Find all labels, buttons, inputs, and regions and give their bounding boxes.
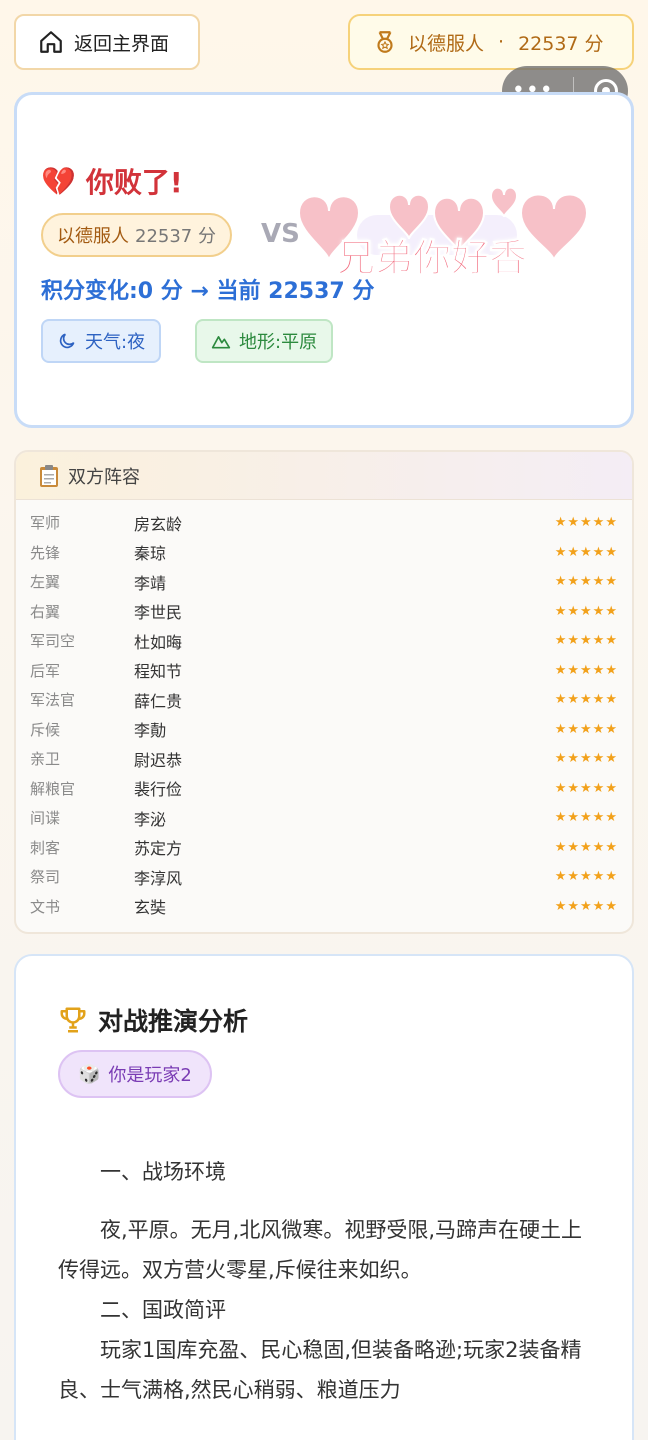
lineup-row: 军司空 杜如晦 ★★★★★ [16,626,632,655]
lineup-row: 后军 程知节 ★★★★★ [16,656,632,685]
star-rating: ★★★★★ [554,515,618,530]
lineup-role: 军师 [30,514,61,532]
lineup-general: 玄奘 [134,898,167,917]
lineup-role: 刺客 [30,838,61,857]
lineup-general: 房玄龄 [134,514,183,534]
lineup-card: 双方阵容 军师 房玄龄 ★★★★★ 先锋 秦琼 ★★★★★ 左翼 李靖 ★★★★★ 右翼 李世民 ★★… [14,450,634,934]
analysis-title-row: 对战推演分析 [58,1002,248,1038]
lineup-header: 双方阵容 [16,452,632,500]
moon-icon [59,333,75,349]
lineup-row: 间谍 李泌 ★★★★★ [16,803,632,832]
lineup-role: 解粮官 [30,779,76,798]
lineup-row: 亲卫 尉迟恭 ★★★★★ [16,744,632,773]
self-player-chip: 以德服人 22537 分 [41,213,232,257]
player-role-chip: 🎲 你是玩家2 [58,1050,212,1098]
weather-chip: 天气:夜 [41,319,162,363]
header-player-name: 以德服人 [408,32,485,55]
lineup-general: 程知节 [134,662,183,681]
lineup-row: 先锋 秦琼 ★★★★★ [16,538,632,567]
lineup-row: 右翼 李世民 ★★★★★ [16,597,632,626]
lineup-row: 左翼 李靖 ★★★★★ [16,567,632,596]
star-rating: ★★★★★ [554,692,618,707]
analysis-body: 一、战场环境 夜,平原。无月,北风微寒。视野受限,马蹄声在硬土上传得远。双方营火… [58,1152,598,1410]
home-button-label: 返回主界面 [74,32,170,55]
star-rating: ★★★★★ [554,574,618,589]
star-rating: ★★★★★ [554,751,618,766]
header-separator: · [498,31,505,53]
lineup-row: 军法官 薛仁贵 ★★★★★ [16,685,632,714]
lineup-row: 祭司 李淳风 ★★★★★ [16,862,632,891]
player-role-label: 你是玩家2 [108,1065,192,1086]
terrain-chip: 地形:平原 [195,319,334,363]
section2-heading: 二、国政简评 [100,1298,226,1322]
lineup-role: 左翼 [30,573,61,591]
home-icon [40,31,62,53]
self-player-name: 以德服人 [57,226,129,247]
lineup-general: 李泌 [134,809,167,829]
lineup-role: 间谍 [30,809,61,827]
self-player-score: 22537 分 [135,226,216,247]
lineup-general: 尉迟恭 [134,750,183,770]
star-rating: ★★★★★ [554,810,618,825]
section2-text: 玩家1国库充盈、民心稳固,但装备略逊;玩家2装备精良、士气满格,然民心稍弱、粮道… [58,1338,582,1402]
lineup-general: 杜如晦 [134,632,183,652]
result-title-row: 💔 你败了! [41,161,183,201]
lineup-role: 斥候 [30,720,61,739]
section1-heading: 一、战场环境 [100,1160,226,1184]
terrain-label: 地形:平原 [239,332,318,353]
lineup-general: 薛仁贵 [134,691,183,711]
mountain-icon [211,336,231,349]
lineup-role: 先锋 [30,543,61,562]
section1-text: 夜,平原。无月,北风微寒。视野受限,马蹄声在硬土上传得远。双方营火零星,斥候往来… [58,1218,583,1282]
lineup-general: 李靖 [134,573,167,593]
star-rating: ★★★★★ [554,603,618,619]
lineup-row: 解粮官 裴行俭 ★★★★★ [16,774,632,803]
score-change-text: 积分变化:0 分 → 当前 22537 分 [41,279,375,304]
lineup-role: 亲卫 [30,750,61,768]
lineup-role: 军法官 [30,691,76,709]
header-score: 22537 分 [518,32,604,55]
lineup-role: 军司空 [30,632,76,650]
lineup-row: 军师 房玄龄 ★★★★★ [16,508,632,537]
lineup-row: 刺客 苏定方 ★★★★★ [16,833,632,862]
player-score-badge: 以德服人 · 22537 分 [348,14,634,70]
lineup-role: 后军 [30,661,61,680]
lineup-title: 双方阵容 [68,466,140,488]
weather-label: 天气:夜 [85,332,146,353]
dice-icon: 🎲 [78,1063,101,1085]
star-rating: ★★★★★ [554,662,618,678]
star-rating: ★★★★★ [554,780,618,796]
star-rating: ★★★★★ [554,721,618,737]
star-rating: ★★★★★ [554,544,618,560]
clipboard-icon [40,464,58,487]
broken-heart-icon: 💔 [41,164,76,198]
result-title: 你败了! [85,166,183,199]
lineup-general: 裴行俭 [134,780,183,799]
lineup-row: 文书 玄奘 ★★★★★ [16,892,632,921]
analysis-title: 对战推演分析 [98,1007,249,1036]
lineup-role: 祭司 [30,868,61,886]
trophy-icon [60,1007,86,1033]
star-rating: ★★★★★ [554,869,618,884]
lineup-role: 右翼 [30,602,61,621]
lineup-general: 秦琼 [134,544,167,563]
battle-result-card: 💔 你败了! 以德服人 22537 分 VS 兄弟你好香 积分变化:0 分 → … [14,92,634,428]
lineup-general: 李淳风 [134,868,183,888]
home-button[interactable]: 返回主界面 [14,14,200,70]
lineup-general: 苏定方 [134,839,183,858]
star-rating: ★★★★★ [554,633,618,648]
analysis-card: 对战推演分析 🎲 你是玩家2 一、战场环境 夜,平原。无月,北风微寒。视野受限,… [14,954,634,1440]
lineup-row: 斥候 李勣 ★★★★★ [16,715,632,744]
star-rating: ★★★★★ [554,898,618,914]
medal-icon [377,31,393,53]
lineup-role: 文书 [30,897,61,916]
star-rating: ★★★★★ [554,839,618,855]
lineup-general: 李勣 [134,721,167,740]
lineup-general: 李世民 [134,603,183,622]
